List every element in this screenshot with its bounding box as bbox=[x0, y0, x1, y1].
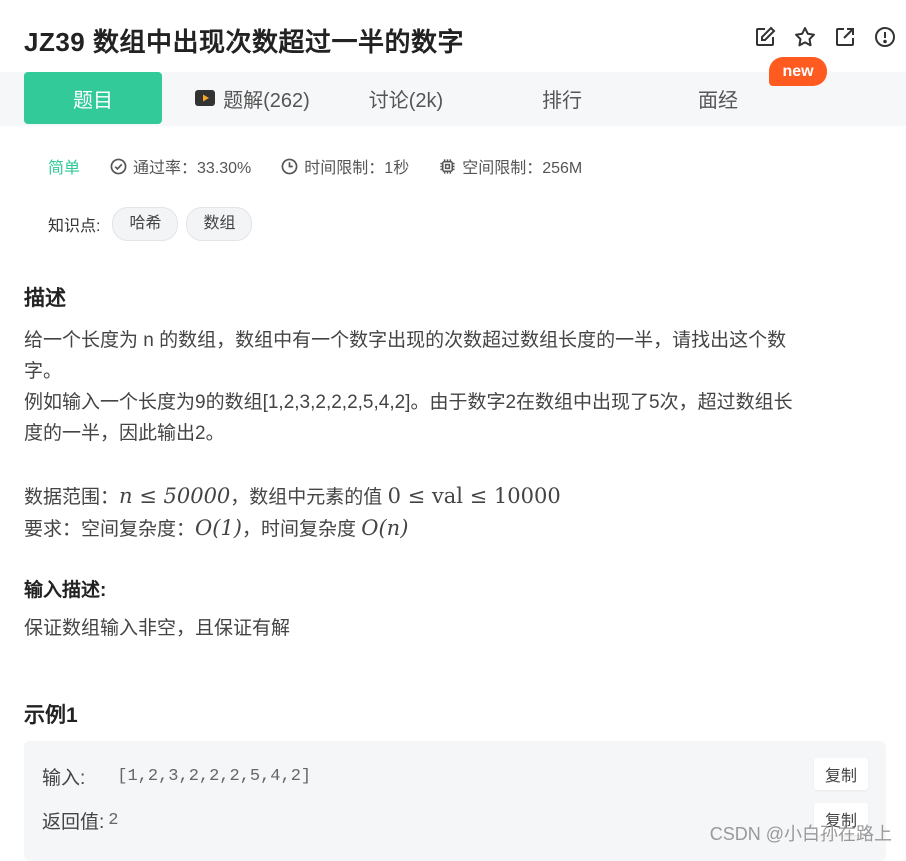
tab-ranking[interactable]: 排行 bbox=[502, 72, 622, 124]
pass-rate-text: 通过率：33.30% bbox=[133, 160, 252, 177]
tag-array[interactable]: 数组 bbox=[186, 207, 253, 241]
example-input-value: [1,2,3,2,2,2,5,4,2] bbox=[117, 767, 312, 786]
range-prefix: 数据范围： bbox=[24, 487, 120, 508]
range-val: 0 ≤ val ≤ 10000 bbox=[387, 484, 561, 508]
knowledge-points: 知识点: 哈希 数组 bbox=[48, 207, 253, 241]
chip-icon bbox=[440, 158, 455, 174]
copy-input-button[interactable]: 复制 bbox=[814, 758, 868, 790]
external-link-icon[interactable] bbox=[834, 26, 856, 48]
knowledge-label: 知识点: bbox=[48, 218, 101, 235]
time-limit: 时间限制：1秒 bbox=[281, 154, 409, 178]
requirement: 要求：空间复杂度：O(1)，时间复杂度 O(n) bbox=[24, 513, 408, 545]
star-icon[interactable] bbox=[794, 26, 816, 48]
tab-solutions-label: 题解(262) bbox=[223, 89, 310, 112]
space-limit-text: 空间限制：256M bbox=[462, 160, 583, 177]
input-desc-heading: 输入描述: bbox=[24, 580, 107, 601]
req-prefix: 要求：空间复杂度： bbox=[24, 519, 196, 540]
clock-icon bbox=[281, 158, 298, 174]
space-limit: 空间限制：256M bbox=[439, 154, 582, 178]
tab-discussion[interactable]: 讨论(2k) bbox=[346, 72, 466, 124]
watermark: CSDN @小白孙在路上 bbox=[709, 824, 892, 844]
new-badge: new bbox=[769, 57, 827, 86]
check-circle-icon bbox=[110, 158, 127, 174]
req-mid: ，时间复杂度 bbox=[241, 519, 362, 540]
example-heading: 示例1 bbox=[24, 704, 78, 727]
description-line-3: 例如输入一个长度为9的数组[1,2,3,2,2,2,5,4,2]。由于数字2在数… bbox=[24, 392, 793, 413]
description-line-4: 度的一半，因此输出2。 bbox=[24, 423, 225, 444]
range-mid: ，数组中元素的值 bbox=[230, 487, 388, 508]
tab-problem[interactable]: 题目 bbox=[24, 72, 162, 124]
description-line-1: 给一个长度为 n 的数组，数组中有一个数字出现的次数超过数组长度的一半，请找出这… bbox=[24, 330, 787, 351]
video-icon bbox=[195, 90, 216, 106]
tag-hash[interactable]: 哈希 bbox=[112, 207, 179, 241]
range-n: n ≤ 50000 bbox=[119, 484, 231, 508]
pass-rate: 通过率：33.30% bbox=[110, 154, 251, 178]
alert-icon[interactable] bbox=[874, 26, 896, 48]
tab-interviews[interactable]: 面经 bbox=[658, 72, 778, 124]
time-limit-text: 时间限制：1秒 bbox=[304, 160, 410, 177]
example-output-row: 返回值: 2 bbox=[42, 807, 118, 834]
header-actions bbox=[754, 26, 896, 48]
tab-solutions[interactable]: 题解(262) bbox=[185, 72, 320, 124]
data-range: 数据范围：n ≤ 50000，数组中元素的值 0 ≤ val ≤ 10000 bbox=[24, 481, 561, 513]
problem-meta: 简单 通过率：33.30% 时间限制：1秒 空间限制：256M bbox=[48, 154, 612, 178]
example-input-label: 输入: bbox=[42, 768, 86, 789]
input-desc-text: 保证数组输入非空，且保证有解 bbox=[24, 618, 291, 639]
example-input-row: 输入: [1,2,3,2,2,2,5,4,2] bbox=[42, 763, 311, 790]
req-time: O(n) bbox=[361, 516, 409, 540]
req-space: O(1) bbox=[195, 516, 242, 540]
edit-icon[interactable] bbox=[754, 26, 776, 48]
problem-title: JZ39 数组中出现次数超过一半的数字 bbox=[24, 27, 464, 57]
description-heading: 描述 bbox=[24, 287, 66, 310]
description-line-2: 字。 bbox=[24, 361, 63, 382]
example-output-label: 返回值: bbox=[42, 812, 105, 833]
difficulty-label: 简单 bbox=[48, 160, 81, 177]
example-output-value: 2 bbox=[108, 811, 119, 830]
